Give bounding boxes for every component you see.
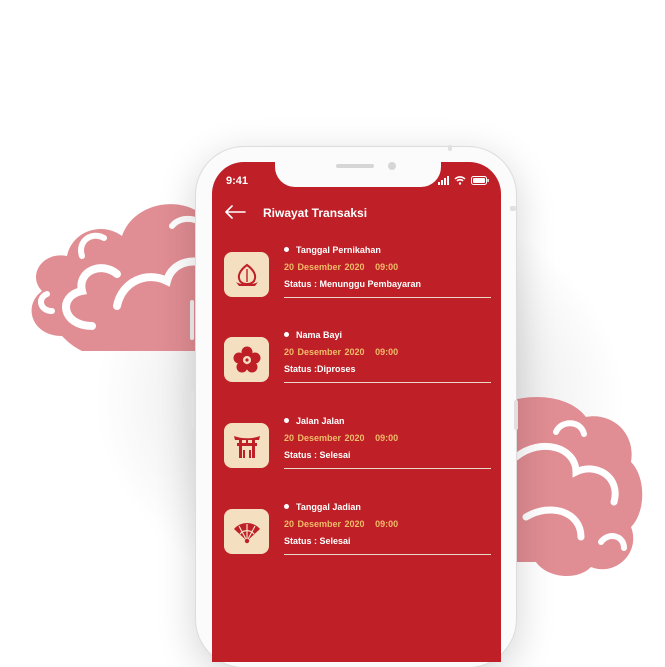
divider [284,554,491,555]
transaction-item[interactable]: Tanggal Jadian 20 Desember 2020 09:00 St… [224,502,492,579]
transaction-status: Status : Selesai [284,450,351,460]
transaction-date: 20 Desember 2020 09:00 [284,519,399,529]
transaction-name: Nama Bayi [284,330,342,340]
transaction-item[interactable]: Nama Bayi 20 Desember 2020 09:00 Status … [224,330,492,407]
divider [284,468,491,469]
phone-top-button [510,206,516,211]
transaction-date: 20 Desember 2020 09:00 [284,262,399,272]
transaction-name: Jalan Jalan [284,416,345,426]
transaction-icon-tile [224,509,269,554]
divider [284,297,491,298]
wifi-icon [454,176,466,185]
battery-icon [471,175,489,185]
page-title: Riwayat Transaksi [263,206,368,220]
signal-icon [438,175,449,185]
peach-icon [235,263,258,286]
divider [284,382,491,383]
phone-top-button [448,145,452,151]
folding-fan-icon [233,522,260,543]
status-time: 9:41 [226,175,249,187]
transaction-item[interactable]: Tanggal Pernikahan 20 Desember 2020 09:0… [224,245,492,322]
right-cloud-decoration [506,397,643,577]
transaction-icon-tile [224,252,269,297]
transaction-status: Status : Menunggu Pembayaran [284,279,422,289]
transaction-icon-tile [224,337,269,382]
phone-screen [212,162,501,662]
plum-flower-icon [233,346,260,372]
phone-side-button [190,390,194,430]
transaction-date: 20 Desember 2020 09:00 [284,433,399,443]
phone-speaker [336,164,374,168]
status-icons [438,174,489,186]
phone-power-button [514,400,518,430]
back-arrow-icon[interactable] [224,205,246,219]
transaction-name: Tanggal Pernikahan [284,245,381,255]
transaction-icon-tile [224,423,269,468]
transaction-date: 20 Desember 2020 09:00 [284,347,399,357]
torii-gate-icon [233,435,260,458]
transaction-status: Status :Diproses [284,364,356,374]
transaction-item[interactable]: Jalan Jalan 20 Desember 2020 09:00 Statu… [224,416,492,493]
phone-camera [388,162,396,170]
transaction-status: Status : Selesai [284,536,351,546]
transaction-name: Tanggal Jadian [284,502,361,512]
phone-side-button [190,300,194,340]
